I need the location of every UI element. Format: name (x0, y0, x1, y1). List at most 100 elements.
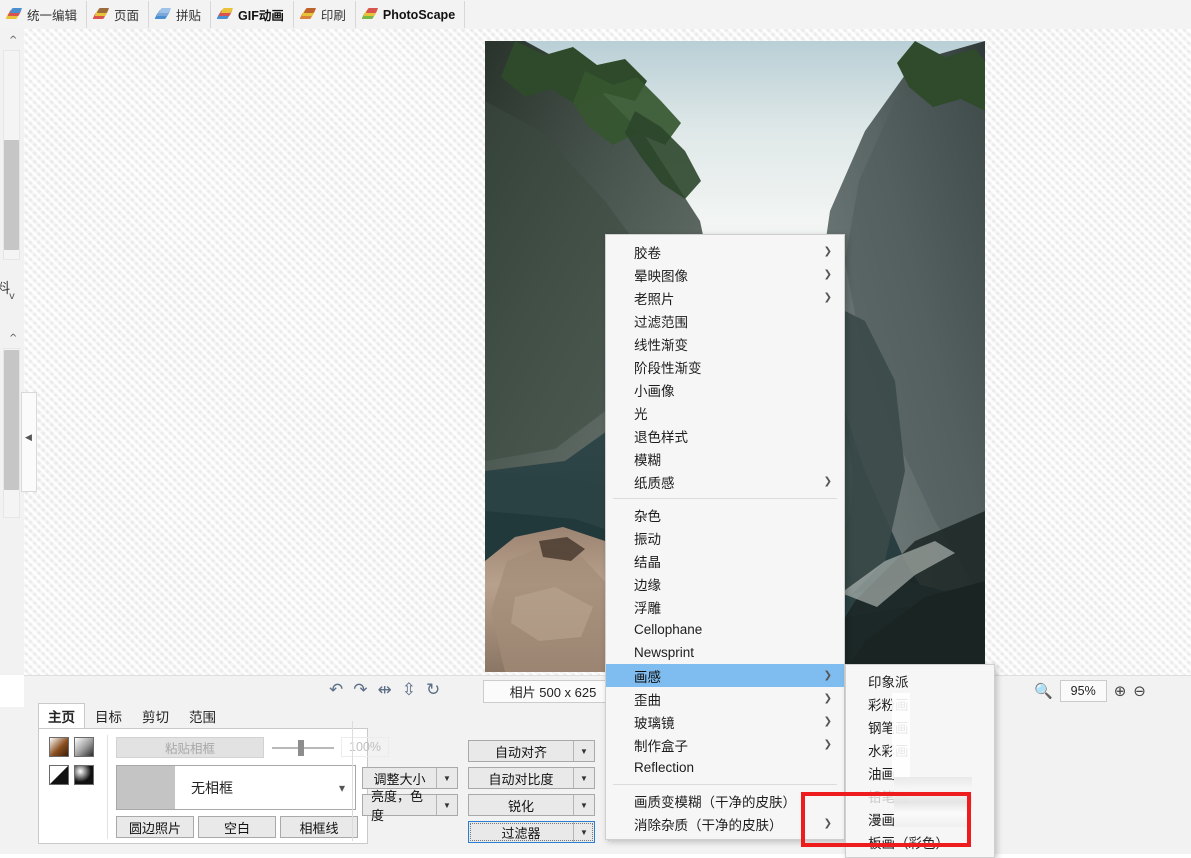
auto-group: 自动对齐 ▼ 自动对比度 ▼ 锐化 ▼ 过滤器 ▼ (468, 740, 595, 848)
top-tab-2[interactable]: 拼贴 (149, 1, 211, 28)
brightness-color-button[interactable]: 亮度，色度 ▼ (362, 794, 458, 816)
menu-item[interactable]: 光 (606, 401, 844, 424)
menu-item[interactable]: 纸质感❯ (606, 470, 844, 493)
menu-item[interactable]: 线性渐变 (606, 332, 844, 355)
zoom-in-icon[interactable]: ⊕ (1114, 684, 1127, 699)
flip-horizontal-icon[interactable]: ⇹ (378, 681, 392, 698)
filter-button[interactable]: 过滤器 ▼ (468, 821, 595, 843)
brightness-color-button-label: 亮度，色度 (363, 795, 436, 815)
chevron-down-icon[interactable]: ▼ (573, 768, 594, 788)
gradient-brown-swatch[interactable] (49, 737, 69, 757)
zoom-fit-icon[interactable]: 🔍 (1034, 684, 1053, 699)
left-scroll-thumb-1[interactable] (4, 140, 19, 250)
flip-vertical-icon[interactable]: ⇳ (402, 681, 416, 698)
sphere-bw-swatch[interactable] (74, 765, 94, 785)
undo-icon[interactable]: ↶ (329, 681, 343, 698)
frame-select[interactable]: 无相框 ▾ (116, 765, 356, 810)
resize-button-label: 调整大小 (363, 768, 436, 788)
menu-item[interactable]: 老照片❯ (606, 286, 844, 309)
top-toolbar: 统一编辑 页面拼贴GIF动画印刷PhotoScape (0, 0, 1191, 30)
bottom-left-rail (0, 770, 24, 854)
frame-buttons: 圆边照片空白相框线 (116, 816, 358, 838)
menu-item[interactable]: 模糊 (606, 447, 844, 470)
bottom-tab-1[interactable]: 目标 (85, 703, 132, 728)
submenu-item[interactable]: 彩粉画 (846, 692, 994, 715)
submenu-item[interactable]: 油画 (846, 761, 994, 784)
menu-item[interactable]: 边缘 (606, 572, 844, 595)
redo-icon[interactable]: ↷ (353, 681, 367, 698)
menu-item[interactable]: Cellophane (606, 618, 844, 641)
menu-item[interactable]: 胶卷❯ (606, 240, 844, 263)
left-rail-up-chevron-2[interactable]: ^ (9, 334, 17, 344)
chevron-right-icon: ❯ (824, 670, 832, 681)
stack-icon (218, 8, 233, 22)
photo-info: 相片 500 x 625 (483, 680, 623, 703)
menu-item[interactable]: 阶段性渐变 (606, 355, 844, 378)
chevron-right-icon: ❯ (824, 716, 832, 727)
left-rail-down-chevron-1[interactable]: v (9, 292, 15, 302)
stack-icon (7, 8, 22, 22)
menu-item-label: 纸质感 (634, 472, 675, 492)
top-tab-5[interactable]: PhotoScape (356, 1, 465, 28)
menu-item-label: 振动 (634, 528, 661, 548)
chevron-right-icon: ❯ (824, 292, 832, 303)
zoom-level[interactable]: 95% (1060, 680, 1107, 702)
chevron-down-icon[interactable]: ▼ (573, 741, 594, 761)
menu-item[interactable]: 结晶 (606, 549, 844, 572)
bottom-tab-0[interactable]: 主页 (38, 703, 85, 728)
sharpen-button[interactable]: 锐化 ▼ (468, 794, 595, 816)
menu-item[interactable]: 退色样式 (606, 424, 844, 447)
top-tab-label: 页面 (114, 5, 139, 24)
paste-frame-button[interactable]: 粘贴相框 (116, 737, 264, 758)
collapse-left-icon[interactable]: ◀ (25, 434, 32, 443)
menu-item[interactable]: 玻璃镜❯ (606, 710, 844, 733)
menu-item[interactable]: 过滤范围 (606, 309, 844, 332)
menu-item[interactable]: 浮雕 (606, 595, 844, 618)
frame-thumbnail (117, 766, 175, 809)
opacity-slider-knob[interactable] (298, 740, 304, 756)
menu-item[interactable]: 制作盒子❯ (606, 733, 844, 756)
chevron-down-icon[interactable]: ▼ (436, 768, 457, 788)
opacity-slider[interactable] (272, 747, 334, 749)
chevron-down-icon[interactable]: ▼ (573, 822, 594, 842)
left-scroll-thumb-2[interactable] (4, 350, 19, 490)
menu-item[interactable]: Newsprint (606, 641, 844, 664)
top-tab-3[interactable]: GIF动画 (211, 1, 294, 28)
bottom-tab-2[interactable]: 剪切 (132, 703, 179, 728)
chevron-down-icon[interactable]: ▼ (436, 795, 457, 815)
stack-icon (301, 8, 316, 22)
menu-item[interactable]: 杂色 (606, 503, 844, 526)
opacity-value: 100% (341, 737, 389, 757)
bottom-tab-3[interactable]: 范围 (179, 703, 226, 728)
rotate-icon[interactable]: ↻ (426, 681, 440, 698)
diagonal-bw-swatch[interactable] (49, 765, 69, 785)
filter-context-menu[interactable]: 胶卷❯晕映图像❯老照片❯过滤范围线性渐变阶段性渐变小画像光退色样式模糊纸质感❯杂… (605, 234, 845, 840)
submenu-item[interactable]: 印象派 (846, 669, 994, 692)
menu-item[interactable]: 画感❯ (606, 664, 844, 687)
top-tab-1[interactable]: 页面 (87, 1, 149, 28)
auto-contrast-button[interactable]: 自动对比度 ▼ (468, 767, 595, 789)
chevron-down-icon[interactable]: ▼ (573, 795, 594, 815)
auto-contrast-button-label: 自动对比度 (469, 768, 573, 788)
edit-action-icons: ↶ ↷ ⇹ ⇳ ↻ (329, 681, 440, 698)
zoom-out-icon[interactable]: ⊖ (1133, 684, 1146, 699)
frame-button-2[interactable]: 相框线 (280, 816, 358, 838)
top-tab-0[interactable]: 统一编辑 (0, 1, 87, 28)
stack-icon (156, 8, 171, 22)
gradient-gray-swatch[interactable] (74, 737, 94, 757)
top-tab-4[interactable]: 印刷 (294, 1, 356, 28)
frame-button-1[interactable]: 空白 (198, 816, 276, 838)
resize-group: 调整大小 ▼ 亮度，色度 ▼ (362, 767, 458, 821)
submenu-item[interactable]: 水彩画 (846, 738, 994, 761)
menu-item[interactable]: 歪曲❯ (606, 687, 844, 710)
menu-item[interactable]: 振动 (606, 526, 844, 549)
menu-item[interactable]: 晕映图像❯ (606, 263, 844, 286)
menu-item[interactable]: Reflection (606, 756, 844, 779)
top-tab-label: 统一编辑 (27, 5, 77, 24)
menu-item[interactable]: 小画像 (606, 378, 844, 401)
left-rail-up-chevron-1[interactable]: ^ (9, 36, 17, 46)
submenu-item[interactable]: 钢笔画 (846, 715, 994, 738)
menu-item-label: 光 (634, 403, 648, 423)
frame-button-0[interactable]: 圆边照片 (116, 816, 194, 838)
auto-level-button[interactable]: 自动对齐 ▼ (468, 740, 595, 762)
